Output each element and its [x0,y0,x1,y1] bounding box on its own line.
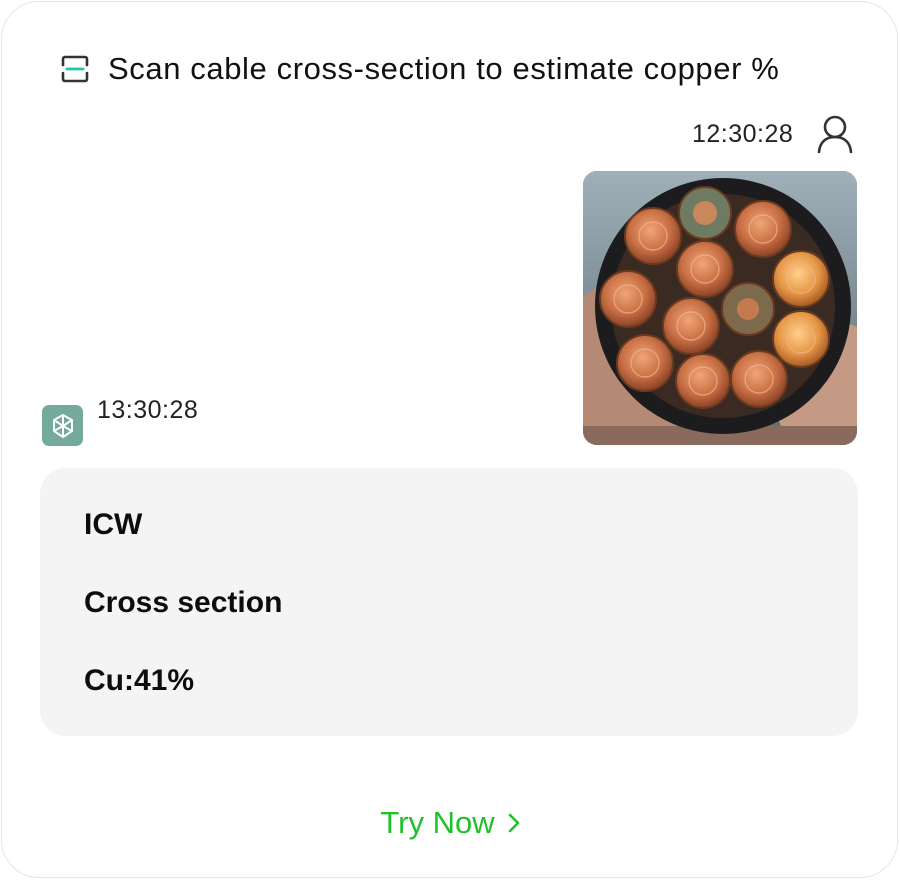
chat-card: Scan cable cross-section to estimate cop… [1,1,898,878]
user-icon [817,115,853,154]
reply-line-copper-percent: Cu:41% [84,664,195,697]
reply-line-view: Cross section [84,586,283,619]
cable-cross-section-photo[interactable] [583,171,857,445]
bot-logo-glyph [52,413,73,438]
scan-icon [61,55,89,83]
chevron-right-icon [508,813,519,833]
chatgpt-logo-icon [42,405,83,446]
try-now-label: Try Now [380,805,495,840]
user-message-timestamp: 12:30:28 [692,120,794,148]
header: Scan cable cross-section to estimate cop… [60,51,780,86]
bot-reply-bubble: ICW Cross section Cu:41% [40,468,858,736]
bot-message-timestamp: 13:30:28 [97,396,199,424]
try-now-button[interactable]: Try Now [380,805,520,841]
reply-line-type: ICW [84,508,143,541]
page-title: Scan cable cross-section to estimate cop… [108,51,780,86]
cta-row: Try Now [2,805,899,841]
cable-photo-illustration [583,171,857,445]
